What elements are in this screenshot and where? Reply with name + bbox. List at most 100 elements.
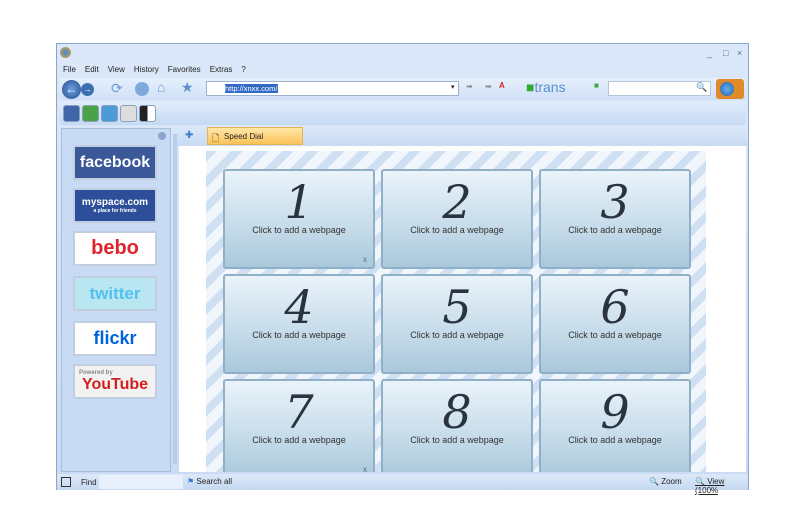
find-input[interactable] [99,475,183,489]
tile-label: Click to add a webpage [410,435,504,445]
sidebar-close-icon[interactable] [158,132,166,140]
tile-label: Click to add a webpage [568,225,662,235]
speed-dial: 1 Click to add a webpage x 2 Click to add a … [206,151,706,472]
page-icon: 🗋 [212,133,220,143]
tile-number: 8 [442,385,472,439]
speed-dial-tile-1[interactable]: 1 Click to add a webpage x [223,169,375,269]
speed-dial-tile-7[interactable]: 7 Click to add a webpage x [223,379,375,472]
tab-speed-dial[interactable]: 🗋 Speed Dial [207,127,303,145]
tile-number: 4 [284,280,314,334]
reload-icon[interactable]: ⟳ [111,80,123,97]
browser-logo-icon [60,47,71,58]
globe-icon [720,82,734,96]
sidebar-item-flickr[interactable]: flickr [73,321,157,356]
url-text: http://xnxx.com/ [225,84,278,93]
zoom-label: Zoom [661,477,682,486]
zoom-button[interactable]: 🔍 Zoom [649,477,682,486]
address-bar[interactable]: http://xnxx.com/ [206,81,459,96]
speed-dial-tile-3[interactable]: 3 Click to add a webpage [539,169,691,269]
tile-label: Click to add a webpage [568,330,662,340]
title-bar: _ □ × [57,44,748,62]
myspace-tagline: a place for friends [93,208,137,214]
menu-file[interactable]: File [63,65,76,74]
menu-bar: File Edit View History Favorites Extras … [63,65,246,74]
reddit-icon[interactable] [120,105,137,122]
new-tab-icon[interactable]: ✚ [185,130,193,141]
back-button[interactable]: ← [62,80,81,99]
tile-number: 9 [600,385,630,439]
home-icon[interactable]: ⌂ [157,79,165,95]
twitter-logo: twitter [89,283,141,303]
tile-number: 5 [442,280,472,334]
minimize-button[interactable]: _ [707,48,712,58]
sidebar-item-bebo[interactable]: bebo [73,231,157,266]
speed-dial-tile-9[interactable]: 9 Click to add a webpage [539,379,691,472]
stop-button[interactable] [135,82,149,96]
myspace-logo: myspace.com [81,197,149,208]
myspace-icon[interactable] [63,105,80,122]
speed-dial-tile-8[interactable]: 8 Click to add a webpage [381,379,533,472]
delicious-icon[interactable] [139,105,156,122]
tile-close-icon[interactable]: x [363,255,367,264]
twitter-icon[interactable] [101,105,118,122]
page-content: 1 Click to add a webpage x 2 Click to add a … [179,146,746,472]
tile-number: 2 [442,175,472,229]
google-icon: ■ [594,81,599,90]
sidebar-item-youtube[interactable]: Powered by YouTube [73,364,157,399]
sidebar-item-facebook[interactable]: facebook [73,145,157,180]
translate-label: trans [534,79,566,95]
menu-history[interactable]: History [134,65,159,74]
browser-window: _ □ × File Edit View History Favorites E… [56,43,749,495]
chat-icon[interactable] [82,105,99,122]
address-dropdown-icon[interactable]: ▾ [451,83,455,91]
sidebar: facebook myspace.com a place for friends … [61,128,171,472]
tile-label: Click to add a webpage [252,435,346,445]
plugin-toolbar [59,101,746,125]
search-all-button[interactable]: ⚑ Search all [187,477,232,486]
menu-edit[interactable]: Edit [85,65,99,74]
tile-label: Click to add a webpage [252,330,346,340]
tile-number: 1 [284,175,314,229]
sidebar-item-myspace[interactable]: myspace.com a place for friends [73,188,157,223]
tile-label: Click to add a webpage [410,225,504,235]
tile-close-icon[interactable]: x [363,465,367,472]
speed-dial-tile-6[interactable]: 6 Click to add a webpage [539,274,691,374]
sidebar-item-twitter[interactable]: twitter [73,276,157,311]
tab-bar: ✚ 🗋 Speed Dial [177,126,747,146]
maximize-button[interactable]: □ [723,48,728,58]
tile-number: 7 [284,385,314,439]
bebo-logo: bebo [91,237,139,259]
sidebar-splitter[interactable] [173,134,177,464]
menu-help[interactable]: ? [241,65,245,74]
panel-toggle-icon[interactable] [61,477,71,487]
tab-label: Speed Dial [224,132,264,141]
search-all-icon: ⚑ [187,477,195,486]
find-label: Find [81,478,97,487]
favorites-star-icon[interactable]: ★ [181,79,194,96]
tile-number: 3 [600,175,630,229]
adobe-icon[interactable]: A [499,81,505,90]
close-button[interactable]: × [737,48,742,58]
search-all-label: Search all [196,477,232,486]
go-arrow-icon[interactable]: ➡ [466,82,473,91]
status-bar: Find ⚑ Search all 🔍 Zoom 🔍 View (100% [57,474,748,495]
navigation-toolbar: ← → ⟳ ⌂ ★ http://xnxx.com/ ▾ ➡ ➡ A ■tran… [59,78,746,100]
search-icon[interactable]: 🔍 [696,82,707,93]
forward-button[interactable]: → [81,83,94,96]
speed-dial-tile-2[interactable]: 2 Click to add a webpage [381,169,533,269]
menu-favorites[interactable]: Favorites [168,65,201,74]
browser-menu-button[interactable] [716,79,744,99]
tile-label: Click to add a webpage [252,225,346,235]
view-zoom-label: View (100% [695,477,725,495]
translate-button[interactable]: ■trans [526,79,566,95]
go-arrow-icon[interactable]: ➡ [485,82,492,91]
speed-dial-tile-5[interactable]: 5 Click to add a webpage [381,274,533,374]
tile-label: Click to add a webpage [410,330,504,340]
youtube-logo: YouTube [81,375,149,393]
menu-extras[interactable]: Extras [210,65,233,74]
view-zoom-button[interactable]: 🔍 View (100% [695,477,748,495]
tile-label: Click to add a webpage [568,435,662,445]
menu-view[interactable]: View [108,65,125,74]
flickr-logo: flickr [93,328,137,348]
speed-dial-tile-4[interactable]: 4 Click to add a webpage [223,274,375,374]
